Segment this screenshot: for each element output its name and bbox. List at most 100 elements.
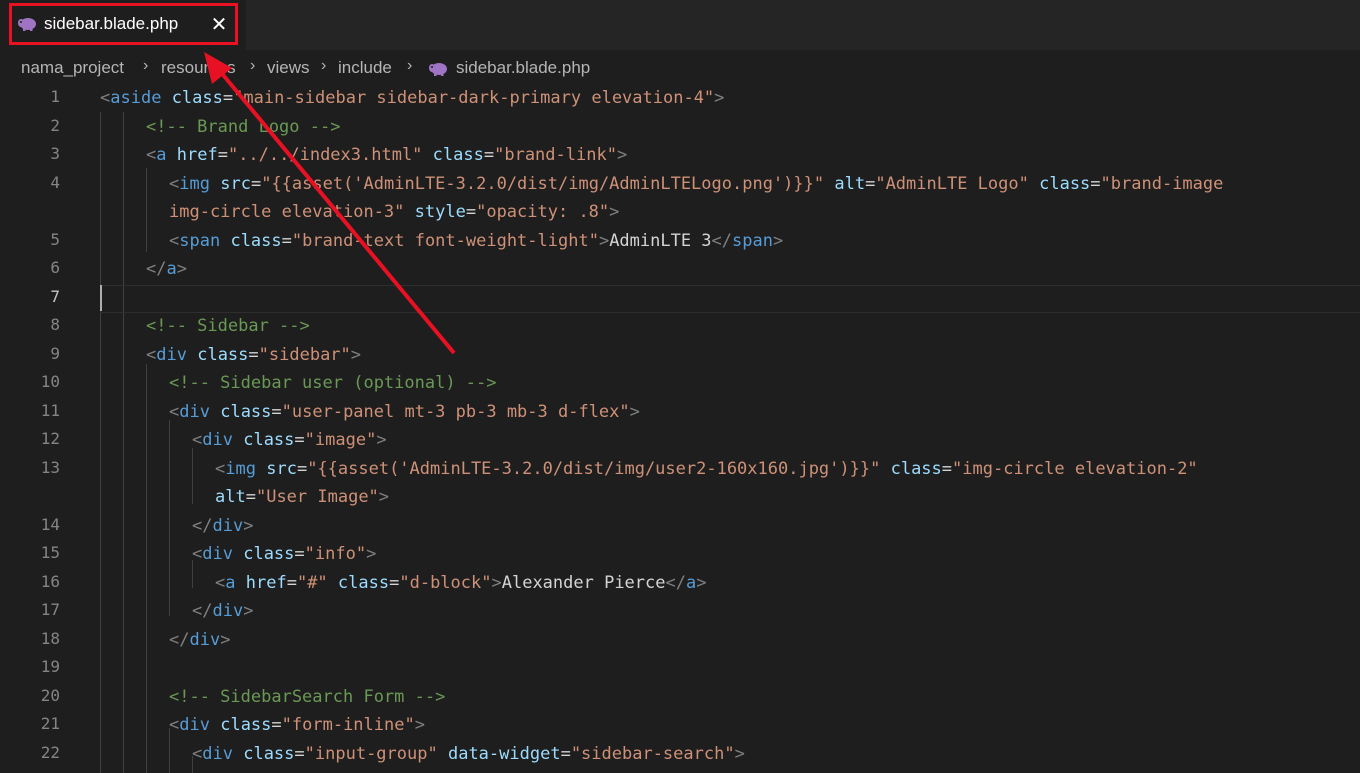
- line-number: 5: [50, 229, 60, 249]
- code-token: >: [629, 401, 640, 422]
- code-token: div: [156, 344, 187, 365]
- code-line: <div class="info">: [192, 540, 376, 568]
- line-number: 19: [40, 657, 60, 676]
- indent-guide: [192, 448, 193, 504]
- code-token: div: [179, 715, 210, 735]
- code-token: =: [483, 145, 495, 165]
- tab-sidebar-blade-php[interactable]: sidebar.blade.php ✕: [0, 0, 246, 50]
- code-token: =: [389, 572, 400, 593]
- chevron-right-icon: ›: [321, 57, 327, 74]
- current-line-highlight: [100, 285, 1360, 313]
- code-token: "user-panel mt-3 pb-3 mb-3 d-flex": [281, 401, 630, 422]
- code-token: "main-sidebar sidebar-dark-primary eleva…: [233, 88, 715, 108]
- code-token: div: [189, 629, 221, 650]
- line-number: 21: [40, 714, 60, 733]
- line-number: 2: [50, 115, 60, 135]
- breadcrumb-item-resources[interactable]: resources: [161, 58, 236, 78]
- line-number: 3: [50, 144, 60, 163]
- code-line: <div class="input-group" data-widget="si…: [192, 740, 745, 768]
- editor-tab-bar: sidebar.blade.php ✕: [0, 0, 1360, 50]
- code-token: >: [243, 601, 254, 621]
- code-token: <: [100, 88, 111, 108]
- code-line: <div class="image">: [192, 426, 387, 454]
- code-token: "input-group": [304, 743, 438, 764]
- indent-guide: [146, 168, 147, 252]
- code-token: "{{asset('AdminLTE-3.2.0/dist/img/user2-…: [307, 458, 881, 479]
- code-token: =: [248, 344, 259, 365]
- code-line: </div>: [169, 626, 230, 654]
- close-icon[interactable]: ✕: [208, 12, 230, 36]
- code-token: AdminLTE 3: [609, 230, 712, 251]
- code-token: class: [890, 458, 942, 479]
- line-number: 14: [40, 514, 60, 534]
- code-token: >: [376, 430, 387, 450]
- code-line: </div>: [192, 597, 253, 625]
- code-line: <!-- SidebarSearch Form -->: [169, 683, 445, 711]
- code-token: div: [202, 743, 233, 764]
- code-token: a: [166, 259, 177, 279]
- code-token: <!-- Brand Logo -->: [146, 116, 341, 137]
- line-number: 20: [40, 685, 60, 705]
- code-token: =: [271, 401, 282, 422]
- code-token: >: [772, 230, 784, 251]
- breadcrumb-item-project[interactable]: nama_project: [21, 58, 124, 78]
- code-token: =: [294, 430, 305, 450]
- code-token: div: [212, 601, 244, 621]
- code-token: "{{asset('AdminLTE-3.2.0/dist/img/AdminL…: [261, 173, 825, 194]
- code-token: =: [281, 230, 292, 251]
- code-token: <: [215, 458, 226, 479]
- code-token: src: [266, 458, 297, 479]
- chevron-right-icon: ›: [407, 57, 413, 74]
- code-line: <img src="{{asset('AdminLTE-3.2.0/dist/i…: [169, 170, 1223, 198]
- code-line: <a href="../../index3.html" class="brand…: [146, 141, 627, 169]
- code-token: "sidebar-search": [570, 743, 735, 764]
- code-token: class: [197, 344, 249, 365]
- code-token: >: [696, 572, 707, 593]
- tab-label: sidebar.blade.php: [44, 14, 179, 33]
- indent-guide: [123, 112, 124, 773]
- code-token: img: [179, 173, 210, 194]
- php-elephant-icon: [429, 63, 447, 76]
- code-token: >: [414, 715, 425, 735]
- code-token: "img-circle elevation-2": [952, 458, 1198, 479]
- code-token: class: [230, 230, 282, 251]
- code-token: >: [609, 202, 620, 222]
- code-line: <span class="brand-text font-weight-ligh…: [169, 227, 783, 255]
- code-token: class: [243, 743, 295, 764]
- line-number: 7: [50, 286, 60, 306]
- line-number: 1: [50, 87, 60, 106]
- code-token: >: [220, 629, 231, 650]
- code-line: </div>: [192, 512, 253, 540]
- code-line: <!-- Sidebar -->: [146, 312, 310, 340]
- code-token: =: [286, 572, 297, 593]
- code-token: </: [711, 230, 733, 251]
- code-token: <: [192, 544, 203, 564]
- code-token: class: [243, 544, 295, 564]
- code-token: </: [192, 601, 213, 621]
- code-token: >: [350, 344, 362, 365]
- breadcrumb-item-include[interactable]: include: [338, 58, 392, 78]
- code-token: class: [220, 401, 272, 422]
- code-token: <: [192, 430, 203, 450]
- code-token: data-widget: [447, 743, 561, 764]
- line-number: 16: [40, 571, 60, 591]
- code-token: =: [294, 544, 305, 564]
- code-token: img: [225, 458, 256, 479]
- breadcrumb-item-views[interactable]: views: [267, 58, 310, 78]
- code-token: class: [337, 572, 390, 593]
- line-number: 17: [40, 600, 60, 619]
- breadcrumb-item-file[interactable]: sidebar.blade.php: [456, 58, 590, 78]
- code-token: </: [192, 515, 213, 536]
- code-token: "AdminLTE Logo": [875, 173, 1029, 194]
- code-token: aside: [110, 88, 162, 108]
- line-number: 9: [50, 343, 60, 363]
- code-token: "form-inline": [281, 715, 415, 735]
- code-editor[interactable]: 1 <aside class="main-sidebar sidebar-dark…: [0, 84, 1360, 773]
